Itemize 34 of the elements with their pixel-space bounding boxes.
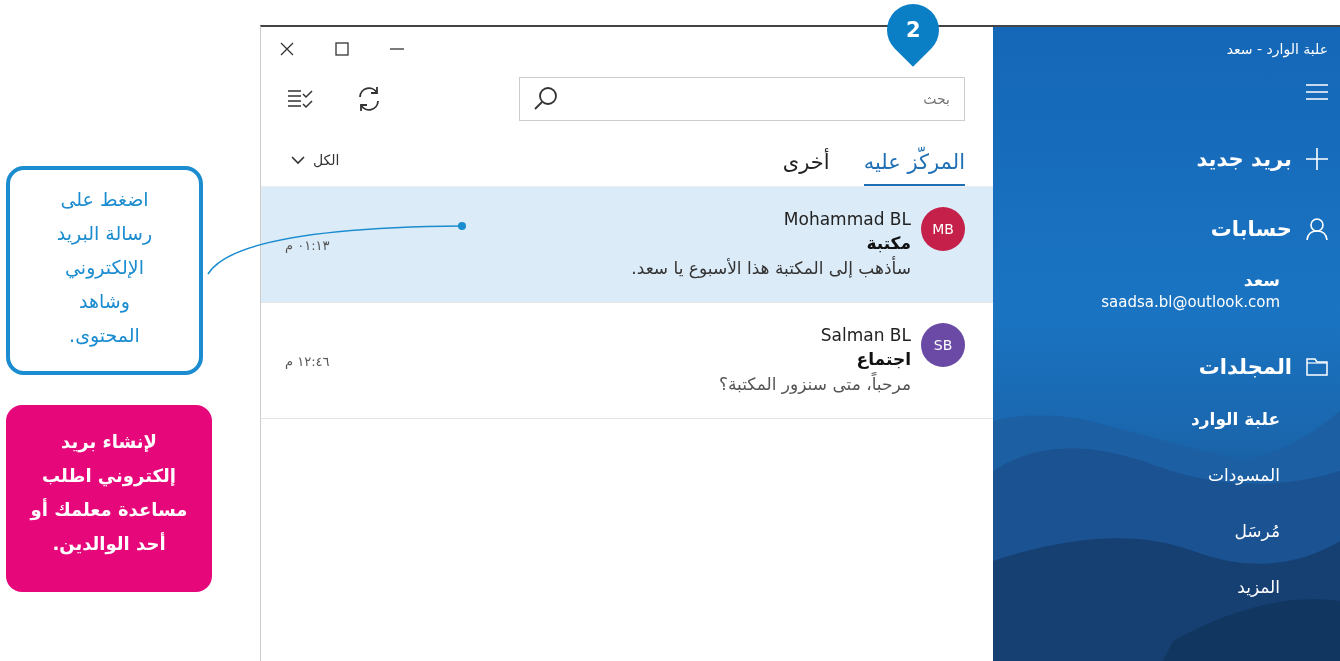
maximize-icon[interactable] xyxy=(335,42,349,56)
search-icon xyxy=(533,86,559,112)
account-name: سعد xyxy=(1243,269,1280,291)
note-box: لإنشاء بريد إلكتروني اطلب مساعدة معلمك أو أحد الوالدين. xyxy=(6,405,212,592)
select-list-icon[interactable] xyxy=(287,88,315,110)
menu-icon[interactable] xyxy=(1306,83,1328,101)
avatar: SB xyxy=(921,323,965,367)
folder-item[interactable]: علبة الوارد xyxy=(1191,391,1280,447)
window-title: علبة الوارد - سعد xyxy=(1226,40,1328,60)
message-preview: سأذهب إلى المكتبة هذا الأسبوع يا سعد. xyxy=(631,255,911,281)
new-mail-button[interactable]: بريد جديد xyxy=(1196,147,1328,171)
folder-icon xyxy=(1306,358,1328,376)
message-time: ١٢:٤٦ م xyxy=(285,354,330,369)
close-icon[interactable] xyxy=(279,41,295,57)
folder-item[interactable]: المزيد xyxy=(1237,559,1280,615)
account-email: saadsa.bl@outlook.com xyxy=(1101,292,1280,313)
folders-button[interactable]: المجلدات xyxy=(1198,355,1328,379)
message-time: ٠١:١٣ م xyxy=(285,238,330,253)
instruction-callout: اضغط على رسالة البريد الإلكتروني وشاهد المحتوى. xyxy=(6,166,203,375)
folder-item[interactable]: مُرسَل xyxy=(1234,503,1280,559)
folder-item[interactable]: المسودات xyxy=(1208,447,1280,503)
sender-name: Salman BL xyxy=(820,324,911,347)
chevron-down-icon xyxy=(291,155,305,165)
message-preview: مرحباً، متى سنزور المكتبة؟ xyxy=(718,371,911,396)
search-field[interactable]: بحث xyxy=(519,77,965,121)
tab[interactable]: أخرى xyxy=(782,150,830,186)
avatar: MB xyxy=(921,207,965,251)
filter-dropdown[interactable]: الكل xyxy=(285,151,346,186)
plus-icon xyxy=(1306,148,1328,170)
message-subject: مكتبة xyxy=(866,232,911,255)
accounts-button[interactable]: حسابات xyxy=(1210,217,1328,241)
message-subject: اجتماع xyxy=(856,348,911,371)
person-icon xyxy=(1306,218,1328,240)
sender-name: Mohammad BL xyxy=(783,208,911,231)
